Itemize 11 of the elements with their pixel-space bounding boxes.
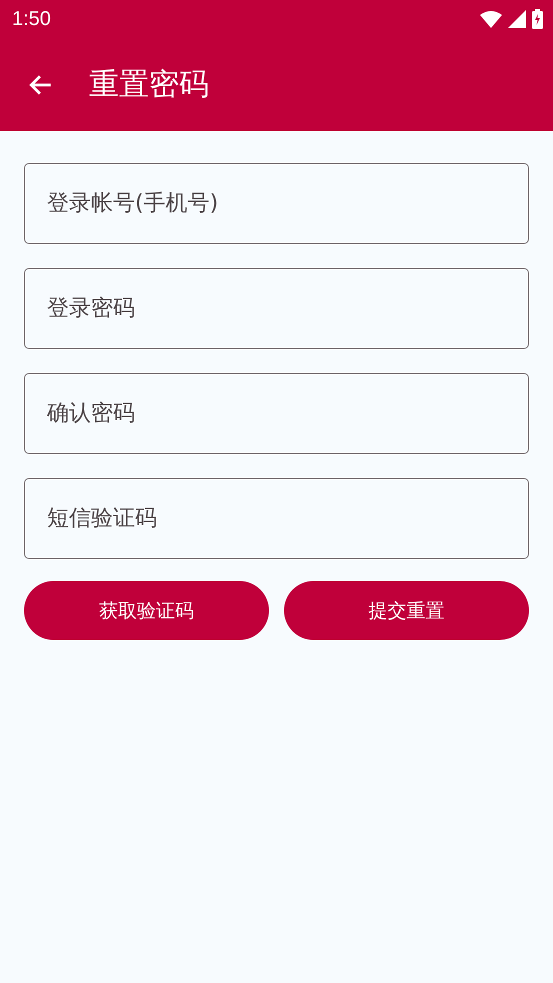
input-field[interactable]: 确认密码 (24, 373, 529, 454)
action-button[interactable]: 提交重置 (284, 581, 529, 640)
battery-icon (532, 9, 543, 29)
status-time: 1:50 (12, 8, 52, 30)
input-field[interactable]: 短信验证码 (24, 478, 529, 559)
wifi-icon (480, 10, 502, 28)
signal-icon (508, 10, 526, 28)
input-field[interactable]: 登录密码 (24, 268, 529, 349)
action-button[interactable]: 获取验证码 (24, 581, 269, 640)
input-field[interactable]: 登录帐号(手机号) (24, 163, 529, 244)
screen-title: 重置密码 (89, 66, 209, 104)
